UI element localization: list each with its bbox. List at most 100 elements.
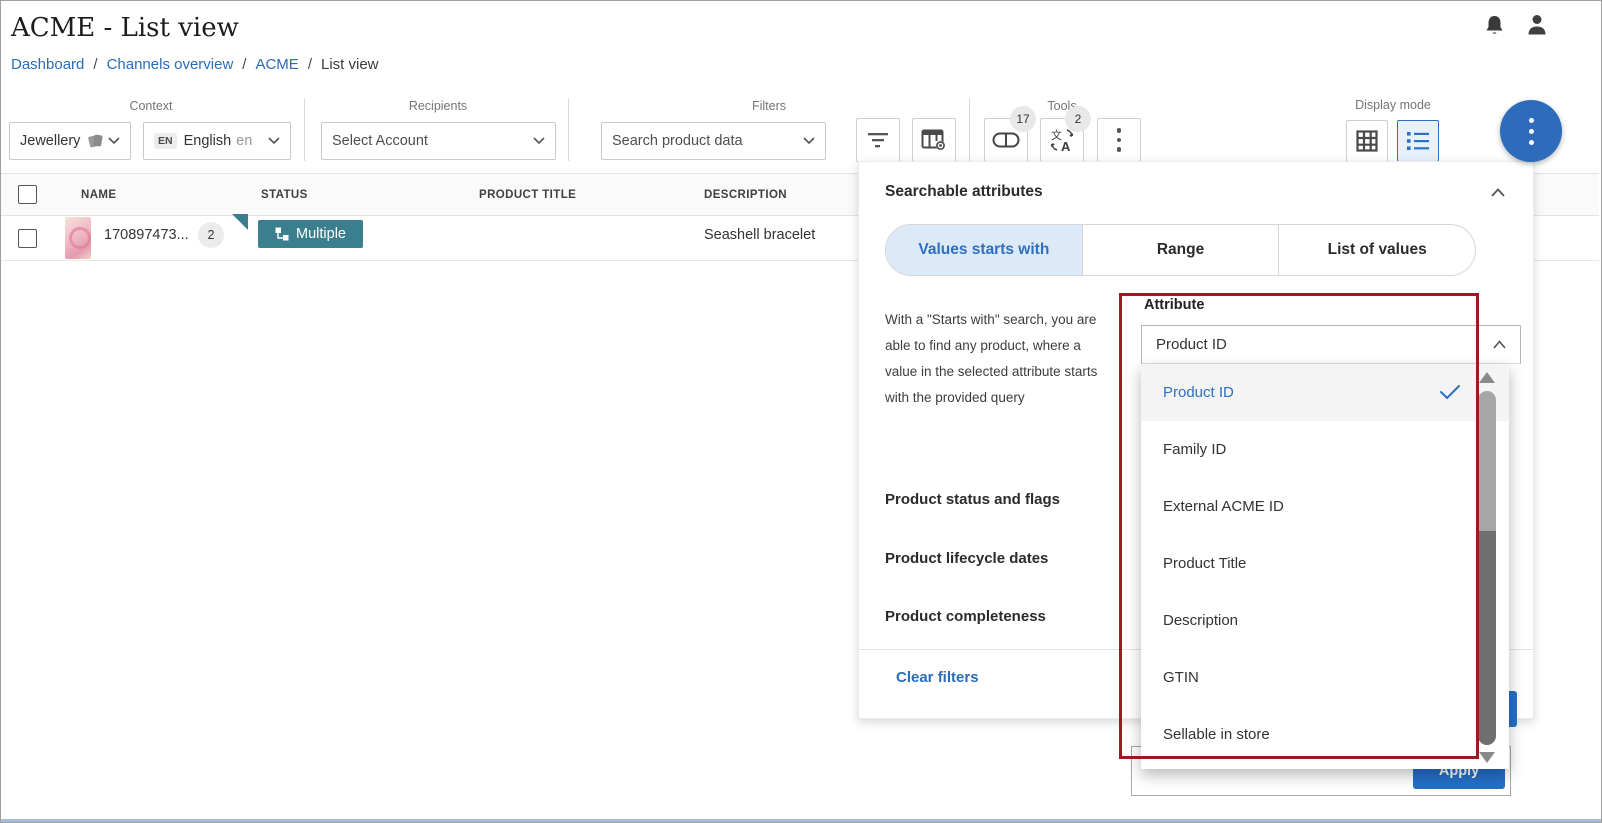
search-type-tabs: Values starts with Range List of values bbox=[885, 224, 1476, 276]
clear-filters-button[interactable]: Clear filters bbox=[896, 669, 979, 686]
chevron-down-icon bbox=[533, 137, 545, 145]
attribute-options-popup: Product ID Family ID External ACME ID Pr… bbox=[1141, 364, 1509, 769]
product-search-value: Search product data bbox=[612, 133, 743, 149]
table-eye-icon bbox=[921, 129, 947, 151]
recipients-group-label: Recipients bbox=[348, 99, 528, 113]
context-channel-select[interactable]: Jewellery bbox=[9, 122, 131, 160]
display-mode-list-button[interactable] bbox=[1397, 120, 1439, 162]
option-product-title[interactable]: Product Title bbox=[1141, 535, 1509, 592]
option-label: Family ID bbox=[1163, 441, 1226, 458]
svg-text:A: A bbox=[1061, 139, 1071, 153]
option-label: Product ID bbox=[1163, 384, 1234, 401]
bell-icon bbox=[1483, 14, 1506, 38]
breadcrumb-dashboard[interactable]: Dashboard bbox=[11, 56, 84, 73]
breadcrumb-separator: / bbox=[233, 56, 255, 73]
tab-list-of-values[interactable]: List of values bbox=[1278, 225, 1475, 275]
breadcrumb-channels-overview[interactable]: Channels overview bbox=[107, 56, 234, 73]
context-language-select[interactable]: EN English en bbox=[143, 122, 291, 160]
tools-group-label: Tools bbox=[972, 99, 1152, 113]
recipients-value: Select Account bbox=[332, 133, 428, 149]
person-icon bbox=[1525, 13, 1549, 38]
checkmark-icon bbox=[1439, 384, 1461, 400]
floating-action-button[interactable] bbox=[1500, 100, 1562, 162]
chevron-down-icon bbox=[268, 137, 280, 145]
tab-values-starts-with[interactable]: Values starts with bbox=[886, 225, 1082, 275]
recipients-select[interactable]: Select Account bbox=[321, 122, 556, 160]
chevron-down-icon bbox=[803, 137, 815, 145]
option-sellable-in-store[interactable]: Sellable in store bbox=[1141, 706, 1509, 763]
window-bottom-edge bbox=[1, 819, 1602, 823]
version-count-badge: 2 bbox=[198, 222, 224, 248]
list-view-icon bbox=[1406, 131, 1430, 151]
product-search-select[interactable]: Search product data bbox=[601, 122, 826, 160]
attribute-select[interactable]: Product ID bbox=[1141, 325, 1521, 364]
channel-cards-icon bbox=[86, 132, 104, 150]
option-label: Description bbox=[1163, 612, 1238, 629]
display-mode-grid-button[interactable] bbox=[1346, 120, 1388, 162]
section-product-status-and-flags[interactable]: Product status and flags bbox=[885, 491, 1060, 508]
section-product-completeness[interactable]: Product completeness bbox=[885, 608, 1046, 625]
option-external-acme-id[interactable]: External ACME ID bbox=[1141, 478, 1509, 535]
status-label: Multiple bbox=[296, 226, 346, 242]
column-header-product-title[interactable]: PRODUCT TITLE bbox=[479, 189, 576, 201]
toolbar-divider bbox=[969, 98, 970, 161]
starts-with-description: With a "Starts with" search, you are abl… bbox=[885, 307, 1101, 411]
hierarchy-icon bbox=[275, 227, 289, 241]
option-description[interactable]: Description bbox=[1141, 592, 1509, 649]
option-label: Product Title bbox=[1163, 555, 1246, 572]
filter-button[interactable] bbox=[856, 118, 900, 162]
attribute-field-label: Attribute bbox=[1144, 297, 1204, 313]
option-product-id[interactable]: Product ID bbox=[1141, 364, 1509, 421]
translate-count-badge: 2 bbox=[1065, 106, 1091, 132]
scrollbar-down-arrow[interactable] bbox=[1479, 752, 1495, 763]
language-code-badge: EN bbox=[154, 133, 177, 149]
section-product-lifecycle-dates[interactable]: Product lifecycle dates bbox=[885, 550, 1048, 567]
scrollbar-thumb[interactable] bbox=[1478, 531, 1496, 745]
grid-view-icon bbox=[1356, 130, 1378, 152]
option-label: Sellable in store bbox=[1163, 726, 1270, 743]
option-label: GTIN bbox=[1163, 669, 1199, 686]
option-label: External ACME ID bbox=[1163, 498, 1284, 515]
tab-range[interactable]: Range bbox=[1082, 225, 1279, 275]
column-header-name[interactable]: NAME bbox=[81, 189, 116, 201]
filters-group-label: Filters bbox=[679, 99, 859, 113]
option-gtin[interactable]: GTIN bbox=[1141, 649, 1509, 706]
notifications-button[interactable] bbox=[1483, 14, 1506, 43]
pill-toggle-icon bbox=[992, 132, 1020, 148]
ellipsis-vertical-icon bbox=[1117, 128, 1122, 152]
column-settings-button[interactable] bbox=[912, 118, 956, 162]
context-channel-value: Jewellery bbox=[20, 133, 80, 149]
breadcrumb: Dashboard/Channels overview/ACME/List vi… bbox=[11, 56, 379, 73]
links-count-badge: 17 bbox=[1010, 106, 1036, 132]
product-description: Seashell bracelet bbox=[704, 227, 815, 243]
status-badge[interactable]: Multiple bbox=[258, 220, 363, 248]
breadcrumb-separator: / bbox=[84, 56, 106, 73]
scrollbar-track[interactable] bbox=[1478, 391, 1496, 745]
more-tools-button[interactable] bbox=[1097, 118, 1141, 162]
language-value: English bbox=[184, 133, 232, 149]
user-profile-button[interactable] bbox=[1525, 13, 1549, 43]
display-mode-group-label: Display mode bbox=[1303, 98, 1483, 112]
product-thumbnail[interactable] bbox=[65, 217, 91, 259]
select-all-checkbox[interactable] bbox=[18, 185, 37, 204]
app-window: ACME - List view Dashboard/Channels over… bbox=[0, 0, 1602, 823]
breadcrumb-current: List view bbox=[321, 56, 379, 73]
column-header-description[interactable]: DESCRIPTION bbox=[704, 189, 787, 201]
breadcrumb-separator: / bbox=[299, 56, 321, 73]
breadcrumb-acme[interactable]: ACME bbox=[255, 56, 298, 73]
chevron-up-icon bbox=[1491, 188, 1505, 197]
column-header-status[interactable]: STATUS bbox=[261, 189, 308, 201]
scrollbar-up-arrow[interactable] bbox=[1479, 372, 1495, 383]
attribute-select-value: Product ID bbox=[1156, 336, 1227, 353]
translate-icon: 文 A bbox=[1049, 127, 1075, 153]
panel-collapse-button[interactable] bbox=[1491, 184, 1505, 202]
chevron-down-icon bbox=[108, 137, 120, 145]
row-checkbox[interactable] bbox=[18, 229, 37, 248]
product-name[interactable]: 170897473... bbox=[104, 227, 189, 243]
toolbar-divider bbox=[304, 98, 305, 161]
option-family-id[interactable]: Family ID bbox=[1141, 421, 1509, 478]
panel-title: Searchable attributes bbox=[885, 183, 1043, 201]
context-group-label: Context bbox=[61, 99, 241, 113]
chevron-up-icon bbox=[1493, 340, 1506, 349]
toolbar-divider bbox=[568, 98, 569, 161]
